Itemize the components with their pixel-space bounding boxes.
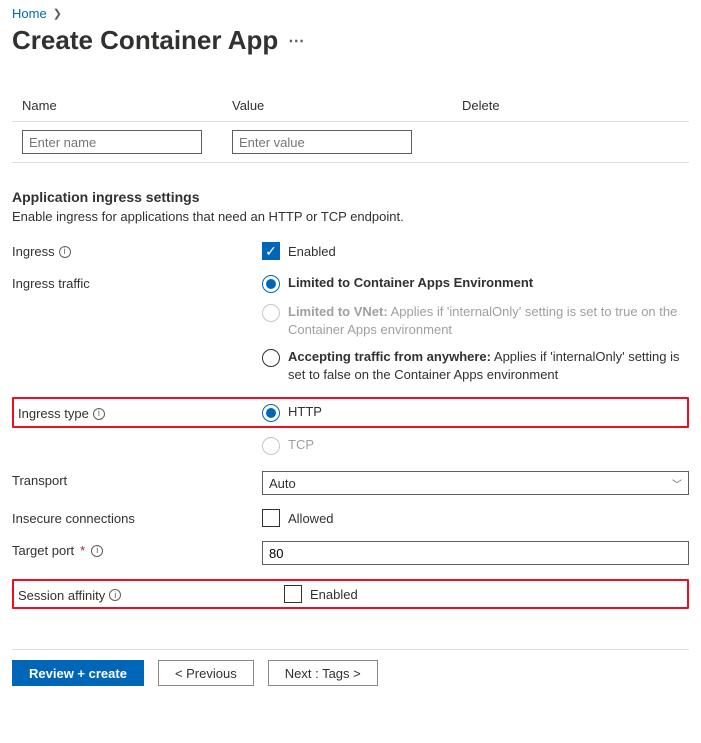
ingress-enabled-text: Enabled	[288, 244, 336, 259]
page-title: Create Container App ⋯	[12, 25, 689, 56]
more-icon[interactable]: ⋯	[288, 31, 305, 51]
info-icon[interactable]: i	[109, 589, 121, 601]
env-value-input[interactable]	[232, 130, 412, 154]
radio-anywhere[interactable]: Accepting traffic from anywhere: Applies…	[262, 348, 689, 383]
info-icon[interactable]: i	[93, 408, 105, 420]
checkbox-icon: ✓	[262, 242, 280, 260]
radio-http[interactable]: HTTP	[262, 403, 683, 422]
transport-label: Transport	[12, 471, 262, 488]
radio-tcp: TCP	[262, 436, 689, 455]
session-affinity-label: Session affinity i	[18, 586, 284, 603]
divider	[12, 162, 689, 163]
ingress-type-label: Ingress type i	[18, 404, 262, 421]
ingress-label: Ingress i	[12, 242, 262, 259]
radio-icon	[262, 349, 280, 367]
chevron-right-icon: ❯	[53, 7, 62, 20]
radio-text: Limited to Container Apps Environment	[288, 274, 533, 292]
radio-icon	[262, 437, 280, 455]
insecure-allowed-checkbox[interactable]: Allowed	[262, 509, 689, 527]
ingress-type-row: Ingress type i HTTP	[12, 397, 689, 428]
radio-text: HTTP	[288, 403, 322, 421]
radio-icon	[262, 404, 280, 422]
checkbox-icon	[284, 585, 302, 603]
chevron-down-icon: ﹀	[672, 476, 682, 491]
session-affinity-checkbox[interactable]: Enabled	[284, 585, 683, 603]
radio-text: Limited to VNet: Applies if 'internalOnl…	[288, 303, 689, 338]
target-port-input[interactable]	[262, 541, 689, 565]
ingress-traffic-label: Ingress traffic	[12, 274, 262, 291]
checkbox-icon	[262, 509, 280, 527]
radio-limited-env[interactable]: Limited to Container Apps Environment	[262, 274, 689, 293]
page-title-text: Create Container App	[12, 25, 278, 56]
radio-limited-vnet: Limited to VNet: Applies if 'internalOnl…	[262, 303, 689, 338]
session-affinity-row: Session affinity i Enabled	[12, 579, 689, 609]
target-port-label: Target port * i	[12, 541, 262, 558]
ingress-enabled-checkbox[interactable]: ✓ Enabled	[262, 242, 689, 260]
col-header-value: Value	[232, 98, 462, 113]
spacer	[12, 436, 262, 438]
radio-icon	[262, 275, 280, 293]
transport-select[interactable]: Auto ﹀	[262, 471, 689, 495]
env-name-input[interactable]	[22, 130, 202, 154]
transport-value: Auto	[269, 476, 296, 491]
breadcrumb: Home ❯	[12, 0, 689, 23]
radio-icon	[262, 304, 280, 322]
radio-text: Accepting traffic from anywhere: Applies…	[288, 348, 689, 383]
section-desc: Enable ingress for applications that nee…	[12, 209, 689, 224]
insecure-label: Insecure connections	[12, 509, 262, 526]
section-title: Application ingress settings	[12, 189, 689, 205]
session-affinity-text: Enabled	[310, 587, 358, 602]
info-icon[interactable]: i	[59, 246, 71, 258]
next-button[interactable]: Next : Tags >	[268, 660, 378, 686]
col-header-delete: Delete	[462, 98, 689, 113]
insecure-allowed-text: Allowed	[288, 511, 334, 526]
env-var-row	[12, 122, 689, 162]
previous-button[interactable]: < Previous	[158, 660, 254, 686]
radio-text: TCP	[288, 436, 314, 454]
wizard-footer: Review + create < Previous Next : Tags >	[12, 649, 689, 696]
env-var-header: Name Value Delete	[12, 88, 689, 121]
info-icon[interactable]: i	[91, 545, 103, 557]
review-create-button[interactable]: Review + create	[12, 660, 144, 686]
col-header-name: Name	[22, 98, 232, 113]
breadcrumb-home-link[interactable]: Home	[12, 6, 47, 21]
